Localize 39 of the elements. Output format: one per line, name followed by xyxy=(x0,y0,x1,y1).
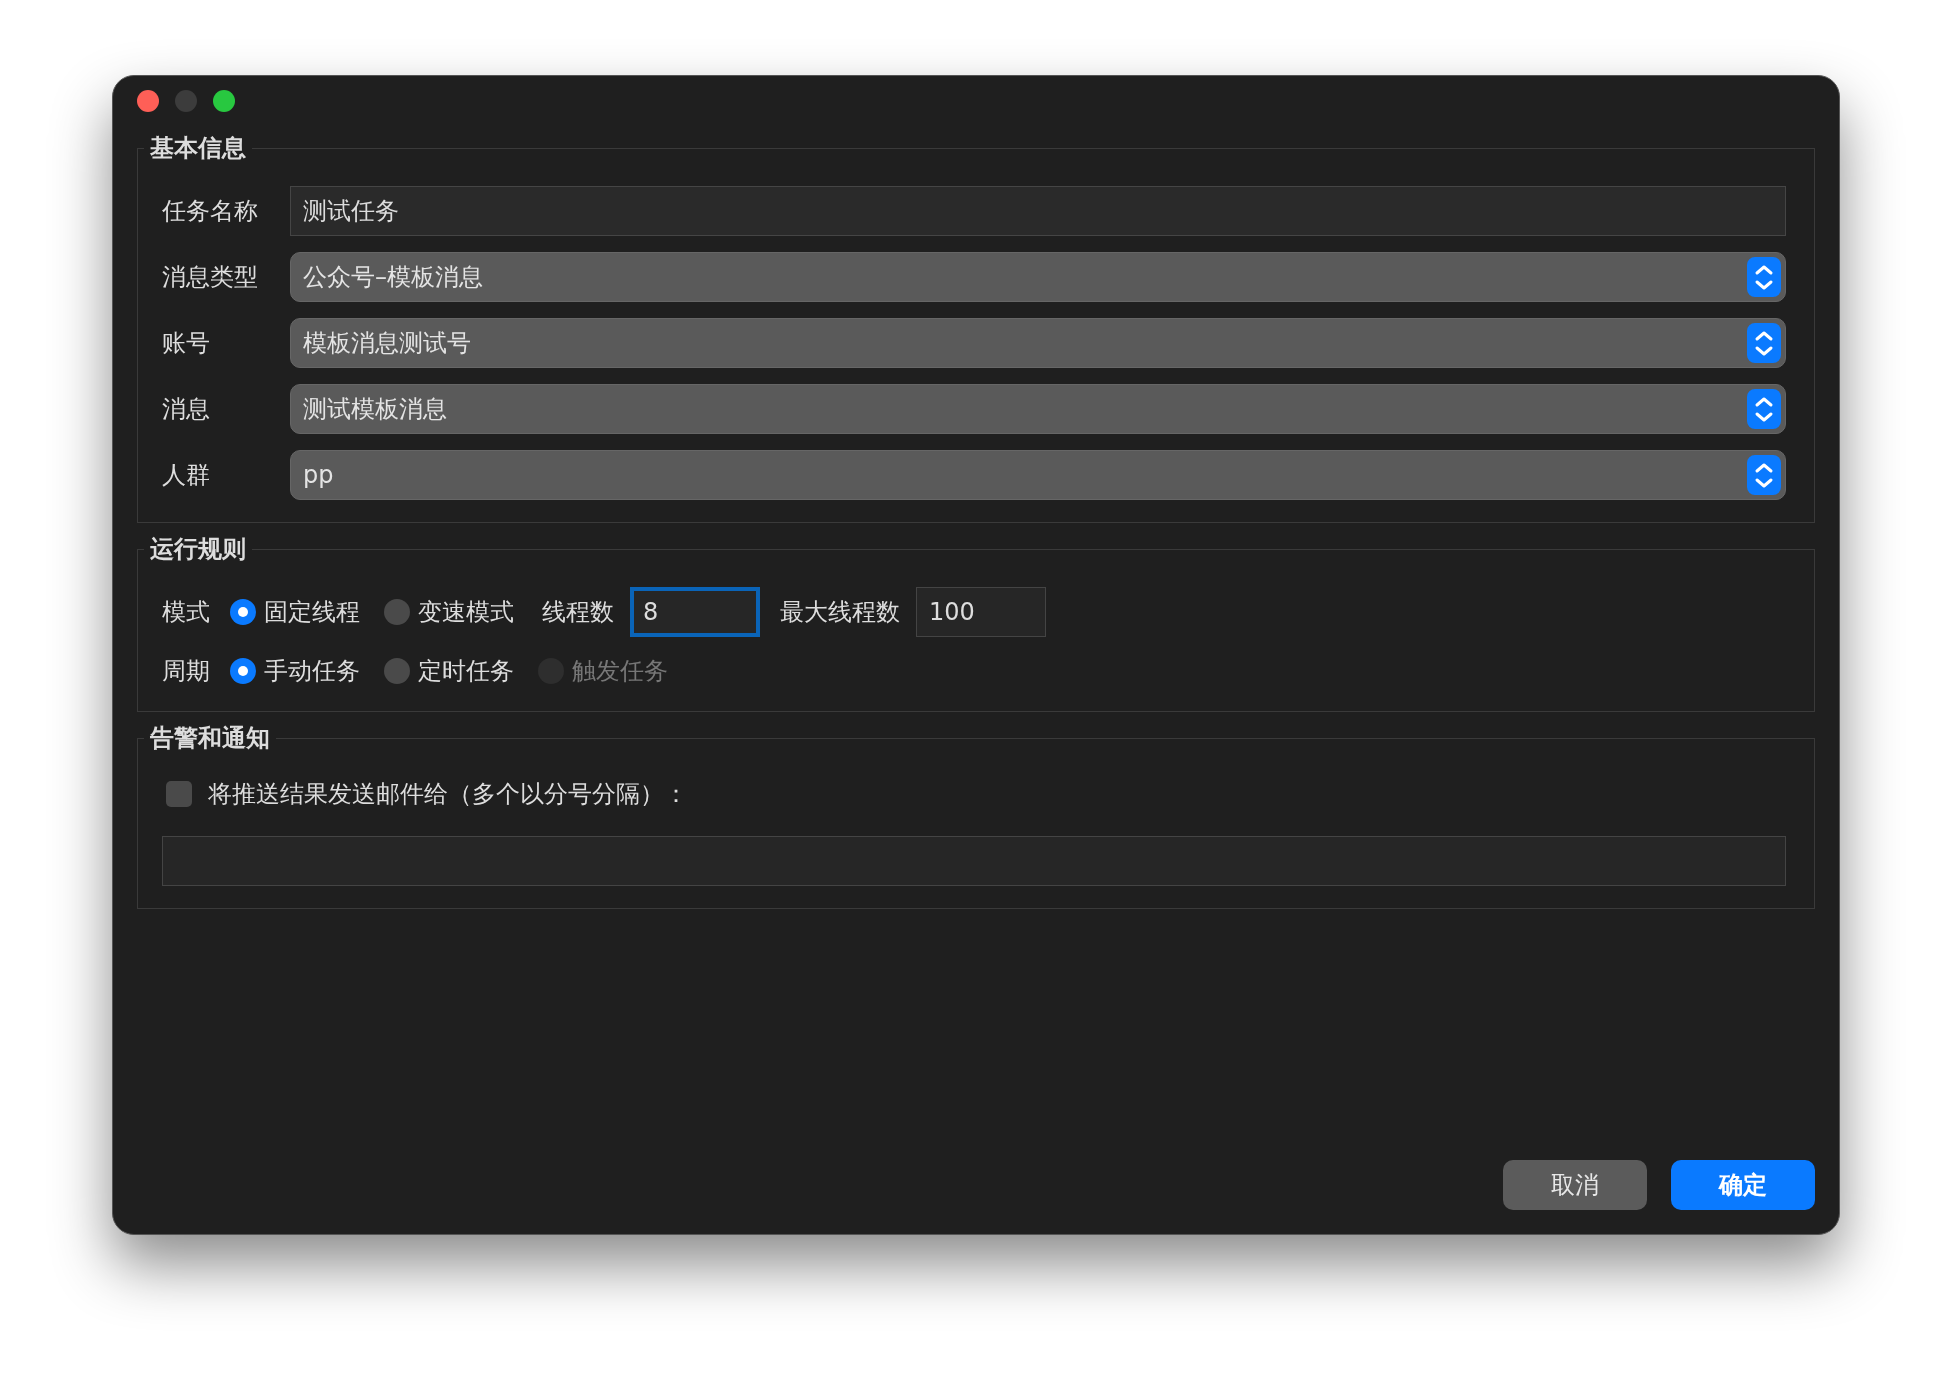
stepper-icon xyxy=(1747,455,1781,495)
text-field[interactable]: 测试任务 xyxy=(290,186,1786,236)
cancel-button[interactable]: 取消 xyxy=(1503,1160,1647,1210)
ok-button[interactable]: 确定 xyxy=(1671,1160,1815,1210)
checkbox-label[interactable]: 将推送结果发送邮件给（多个以分号分隔）： xyxy=(208,776,688,812)
radio-button[interactable] xyxy=(230,599,256,625)
row-label: 周期 xyxy=(162,656,210,687)
field-label: 消息类型 xyxy=(162,262,259,293)
email-input-field[interactable] xyxy=(162,836,1786,886)
dropdown-field[interactable]: 测试模板消息 xyxy=(290,384,1786,434)
field-label: 线程数 xyxy=(542,597,614,628)
zoom-button[interactable] xyxy=(213,90,235,112)
stepper-icon xyxy=(1747,323,1781,363)
close-button[interactable] xyxy=(137,90,159,112)
field-label: 最大线程数 xyxy=(780,597,900,628)
radio-label: 触发任务 xyxy=(572,656,668,687)
checkbox[interactable] xyxy=(166,781,192,807)
dropdown-field[interactable]: 公众号–模板消息 xyxy=(290,252,1786,302)
dropdown-field[interactable]: pp xyxy=(290,450,1786,500)
number-field[interactable]: 100 xyxy=(916,587,1046,637)
stepper-icon xyxy=(1747,389,1781,429)
radio-button[interactable] xyxy=(230,658,256,684)
radio-label[interactable]: 变速模式 xyxy=(418,594,514,630)
field-label: 账号 xyxy=(162,328,211,359)
dropdown-field[interactable]: 模板消息测试号 xyxy=(290,318,1786,368)
radio-label[interactable]: 固定线程 xyxy=(264,594,360,630)
group-title: 告警和通知 xyxy=(149,726,271,750)
number-field[interactable]: 8 xyxy=(630,587,760,637)
radio-label[interactable]: 手动任务 xyxy=(264,653,360,689)
row-label: 模式 xyxy=(162,597,210,628)
field-label: 任务名称 xyxy=(162,196,259,227)
radio-button[interactable] xyxy=(384,599,410,625)
group-title: 基本信息 xyxy=(149,136,247,160)
group-title: 运行规则 xyxy=(149,537,247,561)
field-label: 消息 xyxy=(162,394,211,425)
radio-button[interactable] xyxy=(384,658,410,684)
stepper-icon xyxy=(1747,257,1781,297)
field-label: 人群 xyxy=(162,460,211,491)
radio-label[interactable]: 定时任务 xyxy=(418,653,514,689)
